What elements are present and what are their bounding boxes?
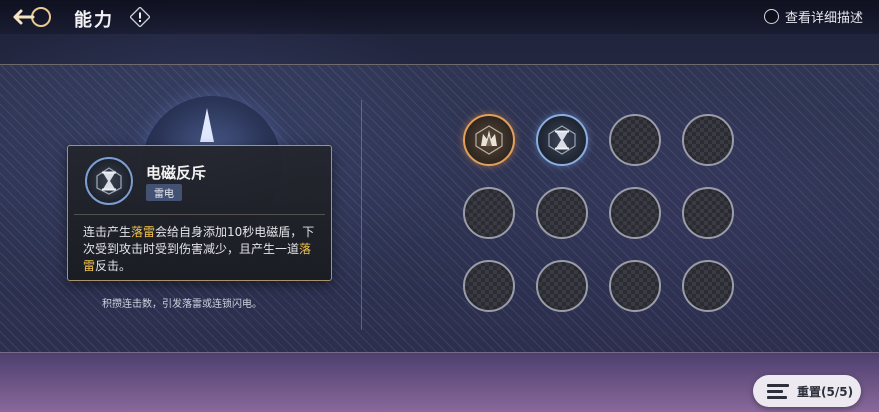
description-highlight: 落雷 xyxy=(131,225,156,239)
skill-icon-frame xyxy=(85,157,133,205)
hourglass-icon xyxy=(96,167,122,195)
skill-node-empty[interactable] xyxy=(609,114,661,166)
hourglass-icon xyxy=(548,125,576,155)
skill-node-empty[interactable] xyxy=(682,114,734,166)
panel-divider xyxy=(361,100,362,330)
back-arrow-icon xyxy=(13,7,51,27)
skill-element-tag: 雷电 xyxy=(146,184,182,201)
skill-node-gold[interactable] xyxy=(463,114,515,166)
back-button[interactable] xyxy=(8,4,58,30)
element-caption: 积攒连击数，引发落雷或连锁闪电。 xyxy=(102,299,262,310)
bottom-glow xyxy=(0,352,879,412)
skill-node-empty[interactable] xyxy=(682,260,734,312)
tooltip-divider xyxy=(74,214,325,215)
skill-node-empty[interactable] xyxy=(682,187,734,239)
reset-button[interactable]: 重置(5/5) xyxy=(753,375,861,407)
skill-description: 连击产生落雷会给自身添加10秒电磁盾，下次受到攻击时受到伤害减少，且产生一道落雷… xyxy=(83,224,319,275)
description-segment: 连击产生 xyxy=(83,225,132,239)
skill-node-selected[interactable] xyxy=(536,114,588,166)
exclamation-icon xyxy=(129,6,151,28)
skill-tooltip: 电磁反斥 雷电 连击产生落雷会给自身添加10秒电磁盾，下次受到攻击时受到伤害减少… xyxy=(67,145,332,281)
info-button[interactable] xyxy=(129,6,151,28)
skill-node-empty[interactable] xyxy=(536,260,588,312)
skill-node-empty[interactable] xyxy=(609,187,661,239)
detail-toggle-label: 查看详细描述 xyxy=(784,11,863,26)
reset-label: 重置(5/5) xyxy=(797,384,854,399)
skill-node-empty[interactable] xyxy=(463,187,515,239)
crown-shield-icon xyxy=(475,125,503,155)
skill-node-empty[interactable] xyxy=(609,260,661,312)
skill-name: 电磁反斥 xyxy=(146,164,207,182)
description-segment: 反击。 xyxy=(95,259,132,273)
radio-icon[interactable] xyxy=(763,9,779,24)
lightning-spark-icon xyxy=(200,108,214,142)
skill-node-empty[interactable] xyxy=(536,187,588,239)
page-title: 能力 xyxy=(74,10,114,31)
detail-toggle[interactable]: 查看详细描述 xyxy=(763,7,863,26)
settings-sliders-icon xyxy=(767,383,789,399)
skill-node-empty[interactable] xyxy=(463,260,515,312)
